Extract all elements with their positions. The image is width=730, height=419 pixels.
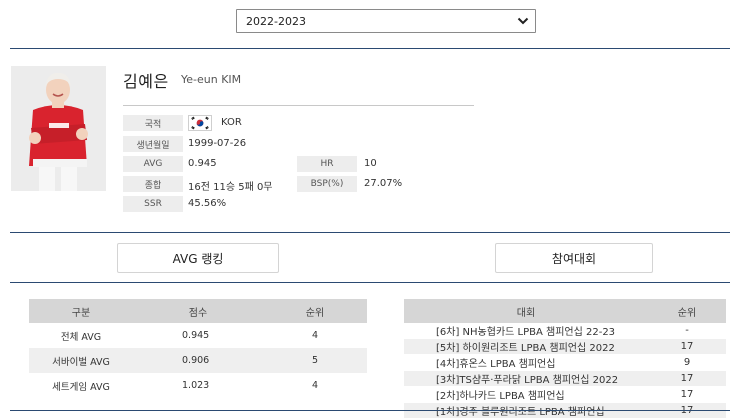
- avg-value: 0.945: [188, 158, 217, 169]
- ssr-label: SSR: [123, 196, 183, 212]
- table-cell: 세트게임 AVG: [52, 381, 110, 393]
- player-name: 김예은: [123, 72, 169, 91]
- table-row: 세트게임 AVG 1.023 4: [29, 373, 367, 398]
- divider: [10, 410, 730, 411]
- event-rank: 17: [648, 386, 726, 403]
- avg-label: AVG: [123, 156, 183, 172]
- table-cell: 서바이벌 AVG: [29, 348, 133, 373]
- player-photo: [11, 66, 106, 191]
- table-cell: 전체 AVG: [60, 331, 102, 343]
- table-cell: 4: [311, 380, 319, 391]
- birth-label: 생년월일: [123, 136, 183, 152]
- event-name[interactable]: [6차] NH농협카드 LPBA 챔피언십 22-23: [404, 323, 648, 339]
- event-table-header-rank: 순위: [648, 299, 726, 323]
- event-name[interactable]: [5차] 하이원리조트 LPBA 챔피언십 2022: [404, 338, 648, 355]
- event-rank: 9: [648, 354, 726, 371]
- avg-ranking-button[interactable]: AVG 랭킹: [117, 243, 279, 273]
- avg-table-header-rank: 순위: [263, 299, 367, 323]
- avg-ranking-table: 구분 점수 순위 전체 AVG 0.945 4 서바이벌 AVG 0.906 5…: [29, 299, 367, 398]
- player-name-english: Ye-eun KIM: [181, 73, 242, 86]
- table-cell: 1.023: [182, 380, 210, 391]
- table-row: 전체 AVG 0.945 4: [29, 323, 367, 348]
- avg-table-header-score: 점수: [133, 299, 263, 323]
- bsp-label: BSP(%): [297, 176, 357, 192]
- hr-label: HR: [297, 156, 357, 172]
- bsp-value: 27.07%: [364, 178, 403, 189]
- record-value: 16전 11승 5패 0무: [188, 182, 273, 193]
- table-row[interactable]: [6차] NH농협카드 LPBA 챔피언십 22-23 -: [404, 323, 726, 339]
- birth-value: 1999-07-26: [188, 138, 247, 149]
- divider: [10, 232, 730, 233]
- table-row[interactable]: [4차]휴온스 LPBA 챔피언십 9: [404, 354, 726, 371]
- event-rank: -: [648, 323, 726, 339]
- chevron-down-icon: [517, 17, 529, 25]
- player-photo-illustration: [11, 66, 106, 191]
- avg-table-header-category: 구분: [29, 299, 133, 323]
- divider: [10, 48, 730, 49]
- korea-flag-icon: [188, 115, 212, 131]
- nationality-label: 국적: [123, 115, 183, 131]
- nationality-value: KOR: [221, 117, 242, 128]
- event-rank: 17: [648, 338, 726, 355]
- table-cell: 0.906: [133, 348, 263, 373]
- table-cell: 5: [263, 348, 367, 373]
- event-rank: 17: [648, 370, 726, 387]
- season-select[interactable]: 2022-2023: [236, 9, 536, 33]
- divider: [10, 282, 730, 283]
- table-row[interactable]: [5차] 하이원리조트 LPBA 챔피언십 2022 17: [404, 338, 726, 355]
- event-name[interactable]: [3차]TS샴푸·푸라닭 LPBA 챔피언십 2022: [404, 370, 648, 387]
- hr-value: 10: [364, 158, 377, 169]
- participation-table: 대회 순위 [6차] NH농협카드 LPBA 챔피언십 22-23 - [5차]…: [404, 299, 726, 419]
- name-divider: [123, 105, 474, 106]
- season-select-value: 2022-2023: [246, 14, 306, 28]
- event-name[interactable]: [2차]하나카드 LPBA 챔피언십: [404, 386, 648, 403]
- table-row[interactable]: [2차]하나카드 LPBA 챔피언십 17: [404, 386, 726, 403]
- event-table-header-event: 대회: [404, 299, 648, 323]
- table-cell: 0.945: [182, 330, 210, 341]
- participation-button[interactable]: 참여대회: [495, 243, 653, 273]
- event-name[interactable]: [4차]휴온스 LPBA 챔피언십: [404, 354, 648, 371]
- record-label: 종합: [123, 176, 183, 192]
- ssr-value: 45.56%: [188, 198, 227, 209]
- table-cell: 4: [311, 330, 319, 341]
- table-row: 서바이벌 AVG 0.906 5: [29, 348, 367, 373]
- table-row[interactable]: [3차]TS샴푸·푸라닭 LPBA 챔피언십 2022 17: [404, 370, 726, 387]
